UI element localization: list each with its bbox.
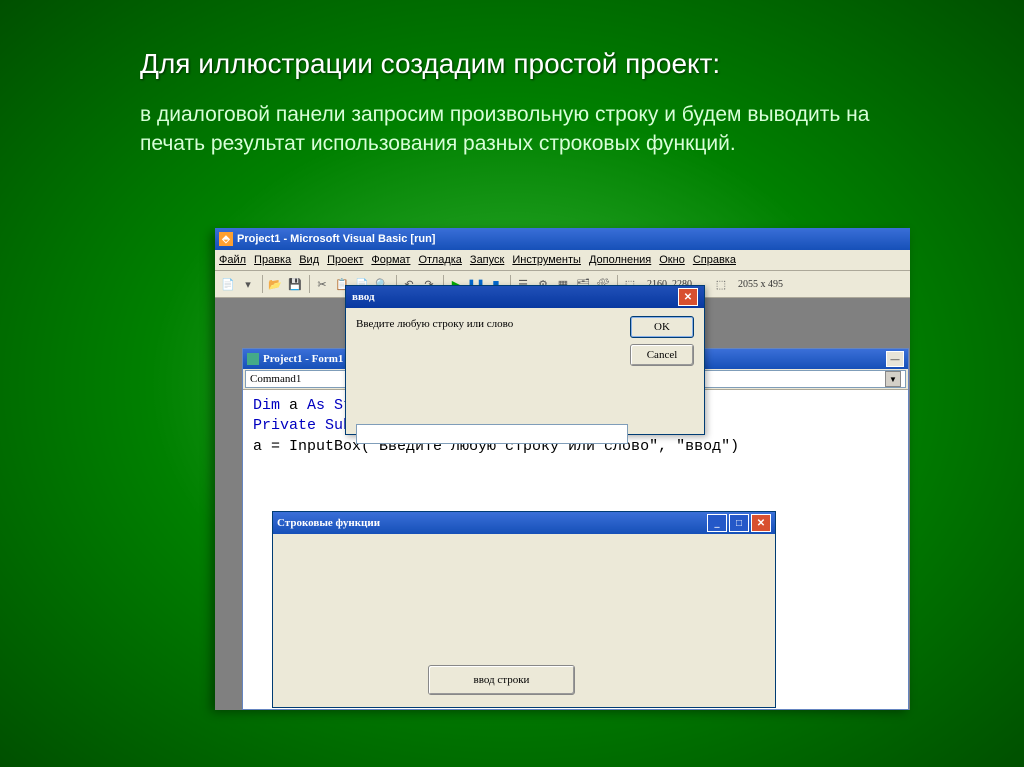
tb-cut-icon[interactable]: ✂	[313, 275, 331, 293]
menu-edit[interactable]: Правка	[254, 254, 291, 266]
ok-button[interactable]: OK	[630, 316, 694, 338]
minimize-icon[interactable]: _	[707, 514, 727, 532]
maximize-icon[interactable]: □	[729, 514, 749, 532]
vb-title-text: Project1 - Microsoft Visual Basic [run]	[237, 233, 435, 245]
menu-help[interactable]: Справка	[693, 254, 736, 266]
input-string-button[interactable]: ввод строки	[428, 665, 575, 695]
close-icon[interactable]: ✕	[678, 288, 698, 306]
menu-debug[interactable]: Отладка	[418, 254, 461, 266]
inputbox-textfield[interactable]	[356, 424, 628, 444]
app-form-body: ввод строки	[273, 534, 775, 707]
inputbox-dialog: ввод ✕ Введите любую строку или слово OK…	[345, 285, 705, 435]
chevron-down-icon[interactable]: ▼	[885, 371, 901, 387]
menu-addins[interactable]: Дополнения	[589, 254, 651, 266]
app-form-window: Строковые функции _ □ ✕ ввод строки	[272, 511, 776, 708]
object-combo-value: Command1	[250, 373, 301, 385]
menu-format[interactable]: Формат	[371, 254, 410, 266]
menu-tools[interactable]: Инструменты	[512, 254, 581, 266]
app-form-titlebar[interactable]: Строковые функции _ □ ✕	[273, 512, 775, 534]
tb-size-icon: ⬚	[712, 275, 730, 293]
menubar: Файл Правка Вид Проект Формат Отладка За…	[215, 250, 910, 271]
tb-save-icon[interactable]: 💾	[286, 275, 304, 293]
menu-run[interactable]: Запуск	[470, 254, 504, 266]
menu-file[interactable]: Файл	[219, 254, 246, 266]
menu-project[interactable]: Проект	[327, 254, 363, 266]
tb-addproject-icon[interactable]: 📄	[219, 275, 237, 293]
coords-size: 2055 x 495	[738, 279, 783, 290]
menu-view[interactable]: Вид	[299, 254, 319, 266]
slide-description: в диалоговой панели запросим произвольну…	[140, 100, 900, 159]
slide-title: Для иллюстрации создадим простой проект:	[140, 48, 720, 80]
inputbox-title: ввод	[352, 291, 375, 303]
code-window-icon	[247, 353, 259, 365]
close-icon[interactable]: ✕	[751, 514, 771, 532]
vb-app-icon: ⬘	[219, 232, 233, 246]
code-minimize-icon[interactable]: —	[886, 351, 904, 367]
cancel-button[interactable]: Cancel	[630, 344, 694, 366]
tb-open-icon[interactable]: 📂	[266, 275, 284, 293]
tb-addform-icon[interactable]: ▾	[239, 275, 257, 293]
inputbox-body: Введите любую строку или слово OK Cancel	[346, 308, 704, 454]
vb-titlebar[interactable]: ⬘ Project1 - Microsoft Visual Basic [run…	[215, 228, 910, 250]
menu-window[interactable]: Окно	[659, 254, 685, 266]
app-form-title: Строковые функции	[277, 517, 380, 529]
inputbox-titlebar[interactable]: ввод ✕	[346, 286, 704, 308]
